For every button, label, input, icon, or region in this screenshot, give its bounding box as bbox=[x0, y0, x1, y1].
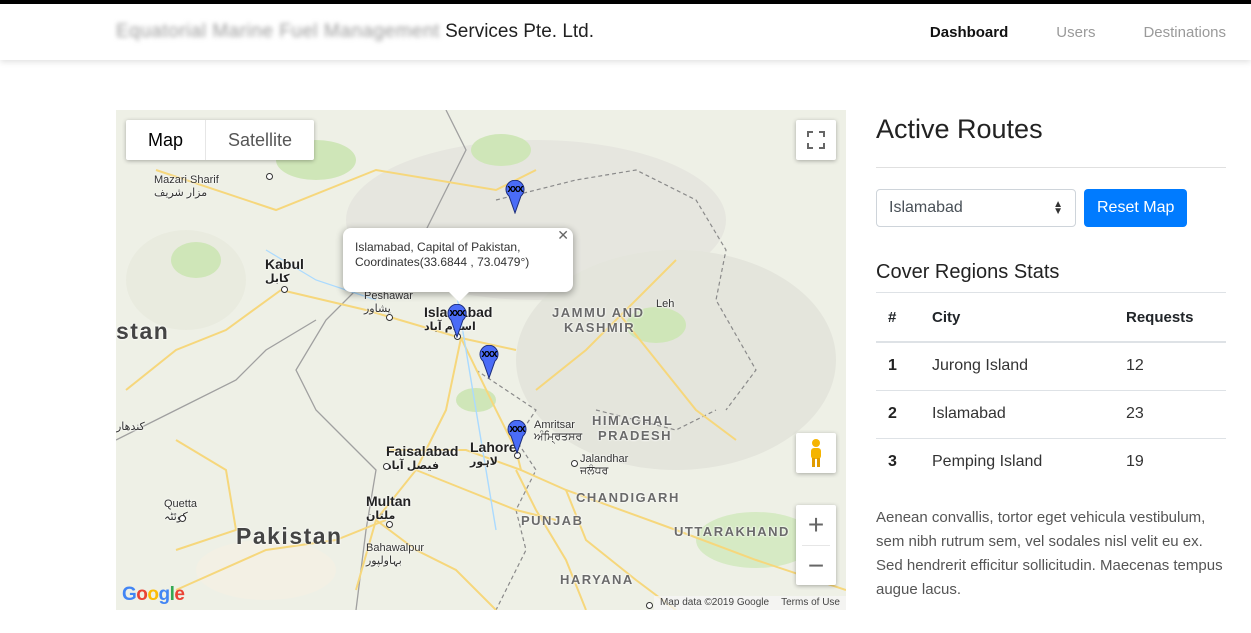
map-label-kandahar: کندهار bbox=[116, 421, 145, 433]
nav-item-users[interactable]: Users bbox=[1056, 24, 1095, 41]
table-header: Requests bbox=[1114, 292, 1226, 343]
route-controls: Islamabad ▲ ▼ Reset Map bbox=[876, 189, 1226, 227]
city-dot bbox=[266, 173, 273, 180]
zoom-control: + − bbox=[796, 505, 836, 585]
map-label-haryana: HARYANA bbox=[560, 572, 634, 587]
table-cell: 3 bbox=[876, 438, 920, 486]
terms-link[interactable]: Terms of Use bbox=[781, 597, 840, 609]
fullscreen-button[interactable] bbox=[796, 120, 836, 160]
reset-map-button[interactable]: Reset Map bbox=[1084, 189, 1188, 227]
infowindow-line-1: Islamabad, Capital of Pakistan, bbox=[355, 240, 521, 254]
map-label-faisalabad: Faisalabad فیصل آباد bbox=[386, 443, 459, 472]
map-type-satellite-button[interactable]: Satellite bbox=[206, 120, 314, 160]
brand-blurred-name: Equatorial Marine Fuel Management bbox=[116, 21, 440, 42]
map-marker[interactable]: xxx bbox=[507, 419, 527, 455]
map-label-mazari-sharif: Mazari Sharif مزار شریف bbox=[154, 174, 219, 199]
table-row: 1 Jurong Island 12 bbox=[876, 341, 1226, 391]
nav-links: Dashboard Users Destinations bbox=[930, 24, 1226, 41]
map-label-amritsar: Amritsar ਅੰਮ੍ਰਿਤਸਰ bbox=[534, 419, 583, 443]
right-panel: Active Routes Islamabad ▲ ▼ Reset Map Cov… bbox=[876, 110, 1226, 602]
stats-table: # City Requests 1 Jurong Island 12 2 Isl… bbox=[876, 292, 1226, 486]
nav-item-dashboard[interactable]: Dashboard bbox=[930, 24, 1008, 41]
panel-title: Active Routes bbox=[876, 114, 1043, 144]
map-label-kabul: Kabul کابل bbox=[265, 256, 304, 285]
brand-suffix: Services Pte. Ltd. bbox=[445, 21, 595, 42]
city-dot bbox=[383, 463, 390, 470]
destination-select[interactable]: Islamabad ▲ ▼ bbox=[876, 189, 1076, 227]
map-label-leh: Leh bbox=[656, 298, 675, 310]
table-header: # bbox=[876, 292, 920, 343]
table-header: City bbox=[920, 292, 1114, 343]
map-label-peshawar: Peshawar پشاور bbox=[364, 290, 413, 315]
brand[interactable]: Equatorial Marine Fuel Management Servic… bbox=[116, 21, 594, 43]
map-label-pakistan: Pakistan bbox=[236, 523, 343, 549]
map-infowindow: ✕ Islamabad, Capital of Pakistan, Coordi… bbox=[343, 228, 573, 302]
map-label-jalandhar: Jalandhar ਜਲੰਧਰ bbox=[580, 453, 629, 477]
select-value: Islamabad bbox=[889, 199, 963, 216]
infowindow-line-2: Coordinates(33.6844 , 73.0479°) bbox=[355, 255, 530, 269]
table-cell: Pemping Island bbox=[920, 438, 1114, 486]
table-cell: 12 bbox=[1114, 341, 1226, 391]
city-dot bbox=[571, 460, 578, 467]
map-label-bahawalpur: Bahawalpur بہاولپور bbox=[366, 542, 425, 567]
map-label-multan: Multan ملتان bbox=[366, 493, 412, 522]
map-label-himachal-pradesh: HIMACHAL PRADESH bbox=[592, 413, 674, 443]
table-cell: Jurong Island bbox=[920, 341, 1114, 391]
map-label-punjab: PUNJAB bbox=[521, 513, 584, 528]
city-dot bbox=[386, 314, 393, 321]
city-dot bbox=[281, 286, 288, 293]
stats-title: Cover Regions Stats bbox=[876, 261, 1060, 283]
table-cell: 1 bbox=[876, 341, 920, 391]
navbar: Equatorial Marine Fuel Management Servic… bbox=[0, 4, 1251, 60]
divider bbox=[876, 167, 1226, 168]
nav-item-destinations[interactable]: Destinations bbox=[1143, 24, 1226, 41]
description-paragraph: Aenean convallis, tortor eget vehicula v… bbox=[876, 509, 1223, 598]
map-marker[interactable]: xxx bbox=[479, 344, 499, 380]
table-row: 2 Islamabad 23 bbox=[876, 390, 1226, 439]
table-row: 3 Pemping Island 19 bbox=[876, 438, 1226, 486]
map-label-afghanistan: stan bbox=[116, 318, 170, 344]
map-marker[interactable]: xxx bbox=[505, 179, 525, 215]
table-header-row: # City Requests bbox=[876, 292, 1226, 343]
table-cell: 2 bbox=[876, 390, 920, 439]
fullscreen-icon bbox=[807, 131, 825, 149]
pegman-icon bbox=[811, 439, 821, 467]
table-cell: Islamabad bbox=[920, 390, 1114, 439]
google-logo[interactable]: Google bbox=[122, 584, 185, 606]
map-label-uttarakhand: UTTARAKHAND bbox=[674, 524, 790, 539]
map-footer: Map data ©2019 Google Terms of Use bbox=[653, 596, 846, 610]
city-dot bbox=[386, 521, 393, 528]
table-cell: 23 bbox=[1114, 390, 1226, 439]
select-caret-icon: ▲ ▼ bbox=[1053, 199, 1063, 217]
city-dot bbox=[179, 515, 186, 522]
zoom-in-button[interactable]: + bbox=[796, 505, 836, 545]
map[interactable]: Mazari Sharif مزار شریف Kabul کابل Peshawa… bbox=[116, 110, 846, 610]
map-label-jammu-kashmir: JAMMU AND KASHMIR bbox=[552, 305, 645, 335]
map-type-control: Map Satellite bbox=[126, 120, 315, 160]
map-type-map-button[interactable]: Map bbox=[126, 120, 207, 160]
table-cell: 19 bbox=[1114, 438, 1226, 486]
city-dot bbox=[646, 602, 653, 609]
close-icon[interactable]: ✕ bbox=[557, 228, 569, 243]
street-view-button[interactable] bbox=[796, 433, 836, 473]
map-marker-islamabad[interactable]: xxx bbox=[447, 303, 467, 339]
zoom-out-button[interactable]: − bbox=[796, 546, 836, 586]
map-attribution: Map data ©2019 Google bbox=[659, 597, 770, 608]
map-label-chandigarh: CHANDIGARH bbox=[576, 490, 680, 505]
